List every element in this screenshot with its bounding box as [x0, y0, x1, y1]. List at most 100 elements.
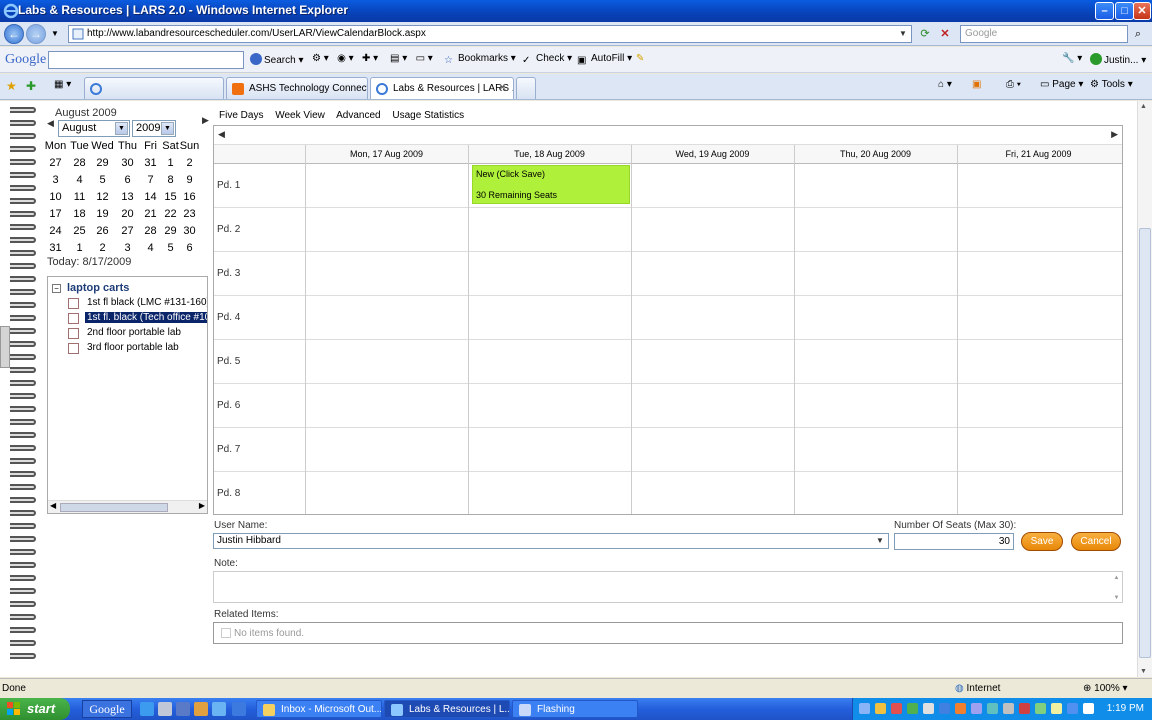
tray-icon[interactable]	[987, 703, 998, 714]
calendar-day[interactable]: 2	[178, 157, 201, 169]
search-icon[interactable]: ⌕	[1129, 25, 1147, 43]
favorites-star-icon[interactable]: ★	[6, 79, 17, 93]
tray-icon[interactable]	[859, 703, 870, 714]
collapse-handle[interactable]	[0, 326, 10, 368]
forward-button[interactable]: →	[26, 24, 46, 44]
next-week-icon[interactable]: ▶	[1111, 129, 1118, 140]
ie-quicklaunch-icon[interactable]	[140, 702, 154, 716]
calendar-day[interactable]: 12	[91, 191, 114, 203]
tray-icon[interactable]	[875, 703, 886, 714]
month-select[interactable]: August ▼	[58, 120, 130, 137]
period-row[interactable]: Pd. 2	[214, 208, 1122, 252]
scroll-right-icon[interactable]: ▶	[199, 501, 205, 510]
word-quicklaunch-icon[interactable]	[176, 702, 190, 716]
calendar-day[interactable]: 13	[116, 191, 139, 203]
today-label[interactable]: Today: 8/17/2009	[47, 256, 131, 268]
calendar-day[interactable]: 1	[68, 242, 91, 254]
wrench-icon[interactable]: 🔧 ▾	[1062, 53, 1082, 64]
period-row[interactable]: Pd. 4	[214, 296, 1122, 340]
bookmarks-button[interactable]: ☆ Bookmarks ▾	[444, 53, 516, 67]
tab-advanced[interactable]: Advanced	[336, 110, 380, 121]
scroll-up-icon[interactable]: ▲	[1140, 103, 1147, 110]
tools-menu[interactable]: ⚙ Tools ▾	[1090, 79, 1133, 90]
quick-tabs-icon[interactable]: ▦ ▾	[54, 79, 71, 90]
autofill-button[interactable]: ▣ AutoFill ▾	[577, 53, 632, 67]
tray-icon[interactable]	[907, 703, 918, 714]
tray-icon[interactable]	[955, 703, 966, 714]
tray-icon[interactable]	[923, 703, 934, 714]
calendar-day[interactable]: 23	[178, 208, 201, 220]
related-checkbox[interactable]	[221, 628, 231, 638]
tray-icon[interactable]	[1003, 703, 1014, 714]
check-button[interactable]: ✓ Check ▾	[522, 53, 572, 67]
pencil-icon[interactable]: ✎	[636, 53, 644, 64]
back-button[interactable]: ←	[4, 24, 24, 44]
more-quicklaunch-icon[interactable]	[232, 702, 246, 716]
tray-icon[interactable]	[1019, 703, 1030, 714]
scroll-thumb[interactable]	[1139, 228, 1151, 658]
calendar-day[interactable]: 27	[44, 157, 67, 169]
calendar-day[interactable]: 31	[44, 242, 67, 254]
calendar-day[interactable]: 30	[178, 225, 201, 237]
history-dropdown[interactable]: ▼	[46, 25, 64, 43]
toolbar-icon-group-2[interactable]: ▤ ▾ ▭ ▾	[390, 53, 433, 64]
address-field[interactable]: http://www.labandresourcescheduler.com/U…	[68, 25, 912, 43]
app-quicklaunch-icon[interactable]	[194, 702, 208, 716]
tab-blank[interactable]	[84, 77, 224, 99]
page-menu[interactable]: ▭ Page ▾	[1040, 79, 1083, 90]
tree-horizontal-scrollbar[interactable]: ◀ ▶	[48, 500, 207, 513]
toolbar-icon-group[interactable]: ⚙ ▾ ◉ ▾ ✚ ▾	[312, 53, 378, 64]
tray-icon[interactable]	[971, 703, 982, 714]
new-tab-button[interactable]	[516, 77, 536, 99]
calendar-day[interactable]: 25	[68, 225, 91, 237]
volume-icon[interactable]	[1083, 703, 1094, 714]
note-textarea[interactable]: ▲ ▼	[213, 571, 1123, 603]
tree-item-selected[interactable]: 1st fl. black (Tech office #10	[66, 312, 207, 326]
calendar-day[interactable]: 6	[116, 174, 139, 186]
tree-item[interactable]: 2nd floor portable lab	[66, 327, 183, 341]
desktop-quicklaunch-icon[interactable]	[158, 702, 172, 716]
zoom-control[interactable]: ⊕ 100% ▾	[1083, 683, 1128, 694]
tray-icon[interactable]	[1051, 703, 1062, 714]
scroll-down-icon[interactable]: ▼	[1140, 668, 1147, 675]
calendar-day[interactable]: 3	[44, 174, 67, 186]
scroll-thumb[interactable]	[60, 503, 168, 512]
calendar-day[interactable]: 18	[68, 208, 91, 220]
add-favorite-icon[interactable]: ✚	[26, 79, 36, 93]
period-row[interactable]: Pd. 6	[214, 384, 1122, 428]
period-row[interactable]: Pd. 7	[214, 428, 1122, 472]
tray-icon[interactable]	[939, 703, 950, 714]
calendar-day[interactable]: 20	[116, 208, 139, 220]
calendar-day[interactable]: 30	[116, 157, 139, 169]
calendar-day[interactable]: 27	[116, 225, 139, 237]
calendar-day[interactable]: 16	[178, 191, 201, 203]
close-window-button[interactable]: ✕	[1133, 2, 1151, 20]
tray-icon[interactable]	[1067, 703, 1078, 714]
tab-week-view[interactable]: Week View	[275, 110, 325, 121]
collapse-icon[interactable]: −	[52, 284, 61, 293]
tray-icon[interactable]	[891, 703, 902, 714]
save-button[interactable]: Save	[1021, 532, 1063, 551]
calendar-day[interactable]: 17	[44, 208, 67, 220]
cancel-button[interactable]: Cancel	[1071, 532, 1121, 551]
start-button[interactable]: start	[0, 698, 70, 720]
period-row[interactable]: Pd. 8	[214, 472, 1122, 516]
note-scrollbar[interactable]: ▲ ▼	[1112, 573, 1121, 601]
task-outlook[interactable]: Inbox - Microsoft Out...	[256, 700, 382, 718]
google-deskbar[interactable]: Google	[82, 700, 132, 718]
search-input[interactable]: Google	[960, 25, 1128, 43]
period-row[interactable]: Pd. 5	[214, 340, 1122, 384]
tab-five-days[interactable]: Five Days	[219, 110, 263, 121]
account-button[interactable]: Justin... ▾	[1090, 53, 1146, 66]
tree-group-laptop-carts[interactable]: − laptop carts	[52, 282, 129, 294]
calendar-day[interactable]: 9	[178, 174, 201, 186]
year-select[interactable]: 2009 ▼	[132, 120, 176, 137]
tab-lars[interactable]: Labs & Resources | LARS ... ✕	[370, 77, 514, 99]
stop-icon[interactable]: ✕	[936, 25, 954, 43]
prev-month-icon[interactable]: ◀	[47, 118, 54, 129]
calendar-day[interactable]: 24	[44, 225, 67, 237]
tab-ashs[interactable]: ASHS Technology Connection	[226, 77, 368, 99]
calendar-day[interactable]: 28	[68, 157, 91, 169]
calendar-day[interactable]: 10	[44, 191, 67, 203]
print-icon[interactable]: ⎙ ▾	[1006, 79, 1021, 90]
